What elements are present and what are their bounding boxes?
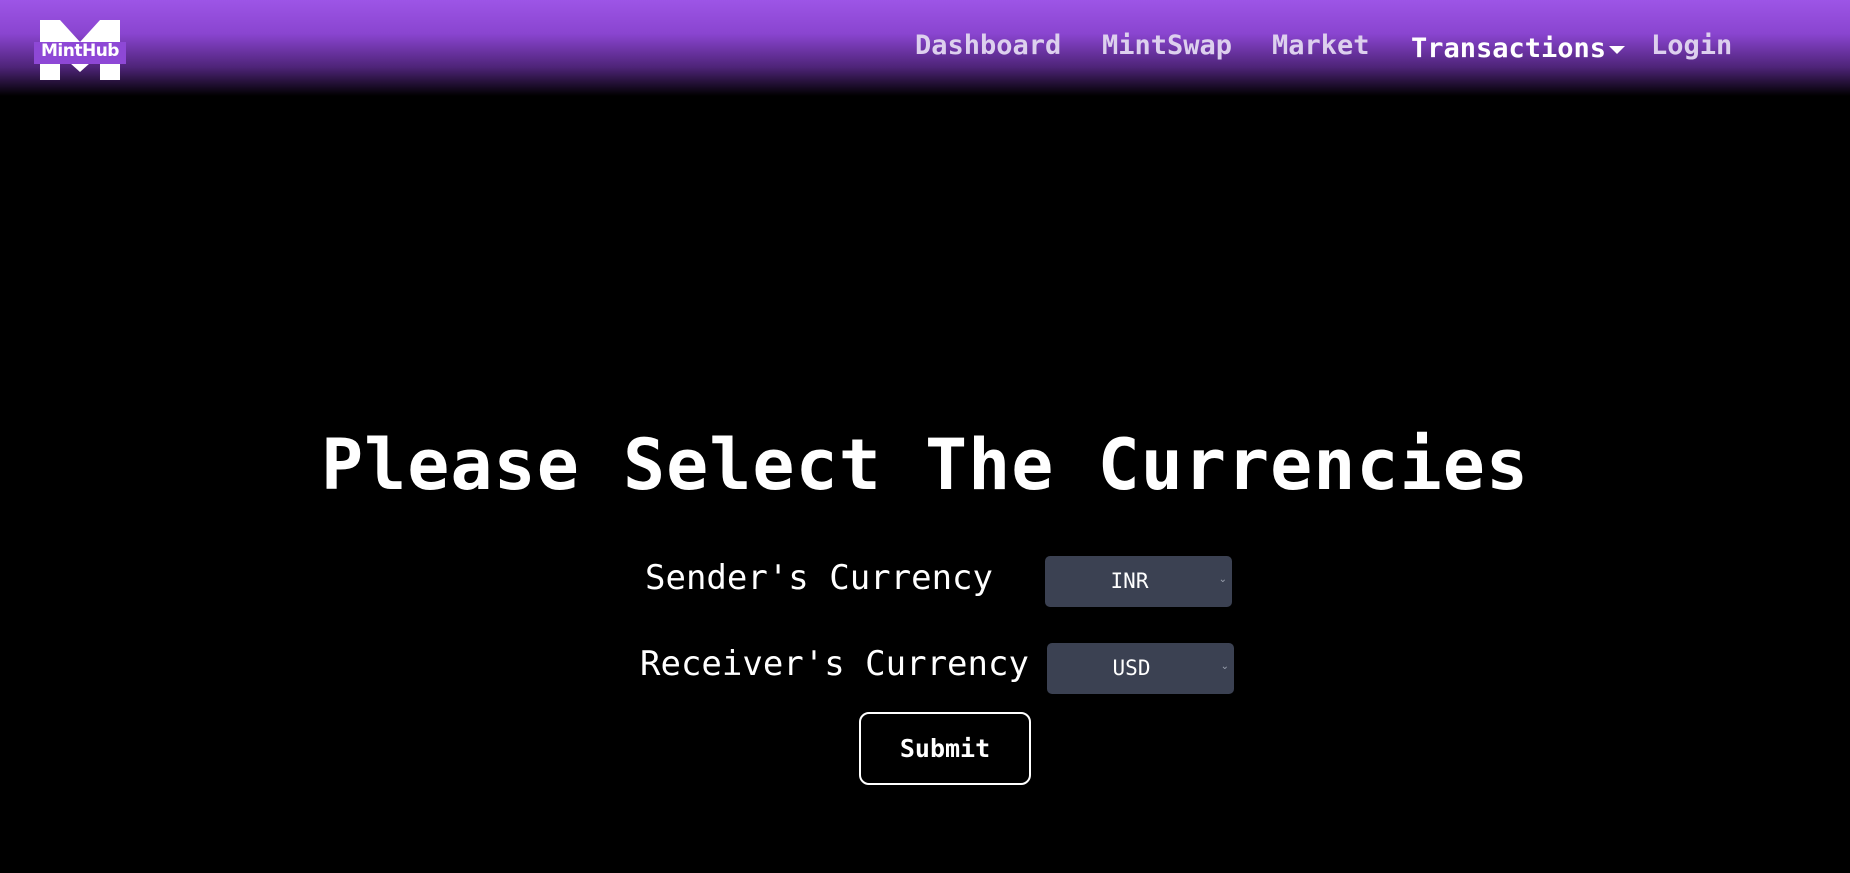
nav-mintswap[interactable]: MintSwap <box>1102 30 1232 61</box>
submit-button[interactable]: Submit <box>859 712 1031 785</box>
sender-currency-value: INR <box>1110 569 1149 593</box>
receiver-currency-label: Receiver's Currency <box>640 644 1029 684</box>
page-title: Please Select The Currencies <box>320 424 1530 506</box>
nav-login[interactable]: Login <box>1651 30 1732 61</box>
minthub-logo[interactable]: MintHub <box>34 20 126 80</box>
caret-down-icon[interactable] <box>1609 46 1625 54</box>
nav-transactions-dropdown[interactable]: Transactions <box>1411 33 1606 64</box>
chevron-down-icon: ⌄ <box>1218 574 1227 585</box>
sender-currency-label: Sender's Currency <box>645 558 993 598</box>
chevron-down-icon: ⌄ <box>1220 661 1229 672</box>
navbar: MintHub Dashboard MintSwap Market Transa… <box>0 0 1850 96</box>
nav-dashboard[interactable]: Dashboard <box>915 30 1061 61</box>
brand-name: MintHub <box>41 41 119 61</box>
receiver-currency-value: USD <box>1112 656 1151 680</box>
nav-market[interactable]: Market <box>1272 30 1370 61</box>
receiver-currency-select[interactable]: USD ⌄ <box>1047 643 1234 694</box>
sender-currency-select[interactable]: INR ⌄ <box>1045 556 1232 607</box>
